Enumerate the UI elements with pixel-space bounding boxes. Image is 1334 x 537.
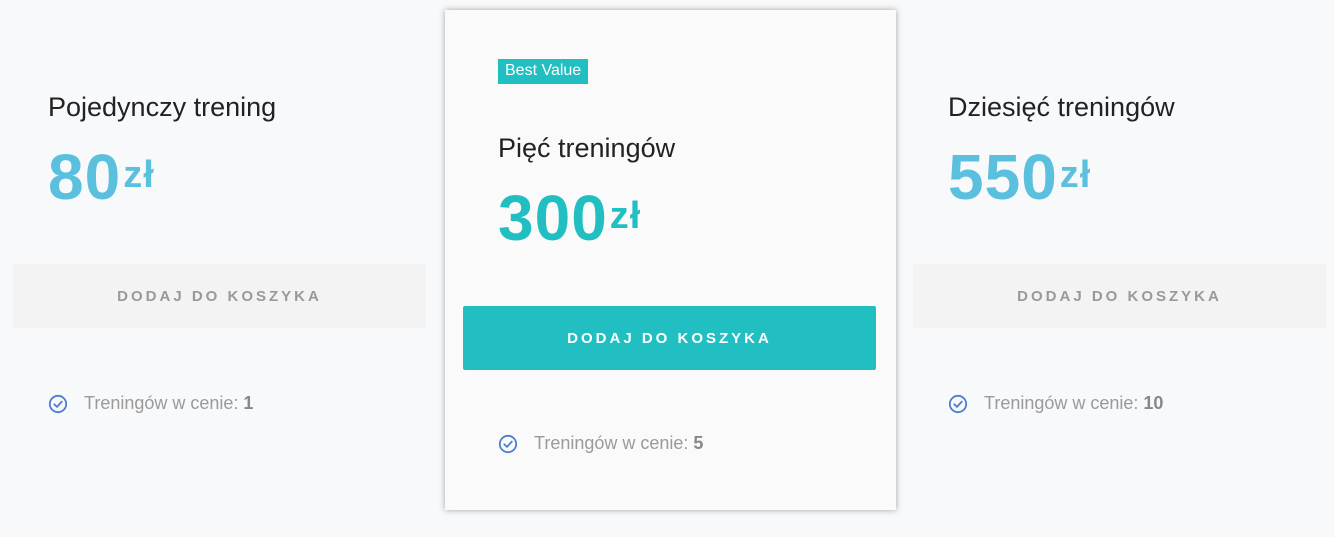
add-to-cart-button[interactable]: DODAJ DO KOSZYKA <box>463 306 876 370</box>
feature-value: 10 <box>1143 393 1164 413</box>
price-amount: 300 <box>498 182 608 254</box>
plan-title: Dziesięć treningów <box>948 92 1175 122</box>
price-amount: 550 <box>948 141 1058 213</box>
plan-title: Pięć treningów <box>498 133 676 163</box>
feature-value: 5 <box>693 433 704 453</box>
check-circle-icon <box>48 394 68 413</box>
price-currency: zł <box>1059 154 1092 196</box>
feature-label: Treningów w cenie: <box>984 393 1139 413</box>
plan-feature: Treningów w cenie: 1 <box>48 393 253 414</box>
best-value-badge: Best Value <box>498 59 589 84</box>
price-currency: zł <box>609 195 642 237</box>
feature-value: 1 <box>243 393 254 413</box>
plan-feature: Treningów w cenie: 10 <box>948 393 1163 414</box>
pricing-card-ten: Dziesięć treningów 550zł DODAJ DO KOSZYK… <box>913 0 1326 512</box>
plan-feature: Treningów w cenie: 5 <box>498 433 703 454</box>
price-amount: 80 <box>48 141 122 213</box>
pricing-card-single: Pojedynczy trening 80zł DODAJ DO KOSZYKA… <box>13 0 426 512</box>
plan-price: 80zł <box>48 137 155 217</box>
pricing-card-five: Best Value Pięć treningów 300zł DODAJ DO… <box>445 10 896 510</box>
add-to-cart-button[interactable]: DODAJ DO KOSZYKA <box>13 264 426 328</box>
check-circle-icon <box>498 434 518 453</box>
plan-price: 550zł <box>948 137 1091 217</box>
add-to-cart-button[interactable]: DODAJ DO KOSZYKA <box>913 264 1326 328</box>
price-currency: zł <box>123 154 155 196</box>
check-circle-icon <box>948 394 968 413</box>
feature-label: Treningów w cenie: <box>534 433 689 453</box>
plan-title: Pojedynczy trening <box>48 92 277 122</box>
plan-price: 300zł <box>498 178 641 258</box>
feature-label: Treningów w cenie: <box>84 393 239 413</box>
